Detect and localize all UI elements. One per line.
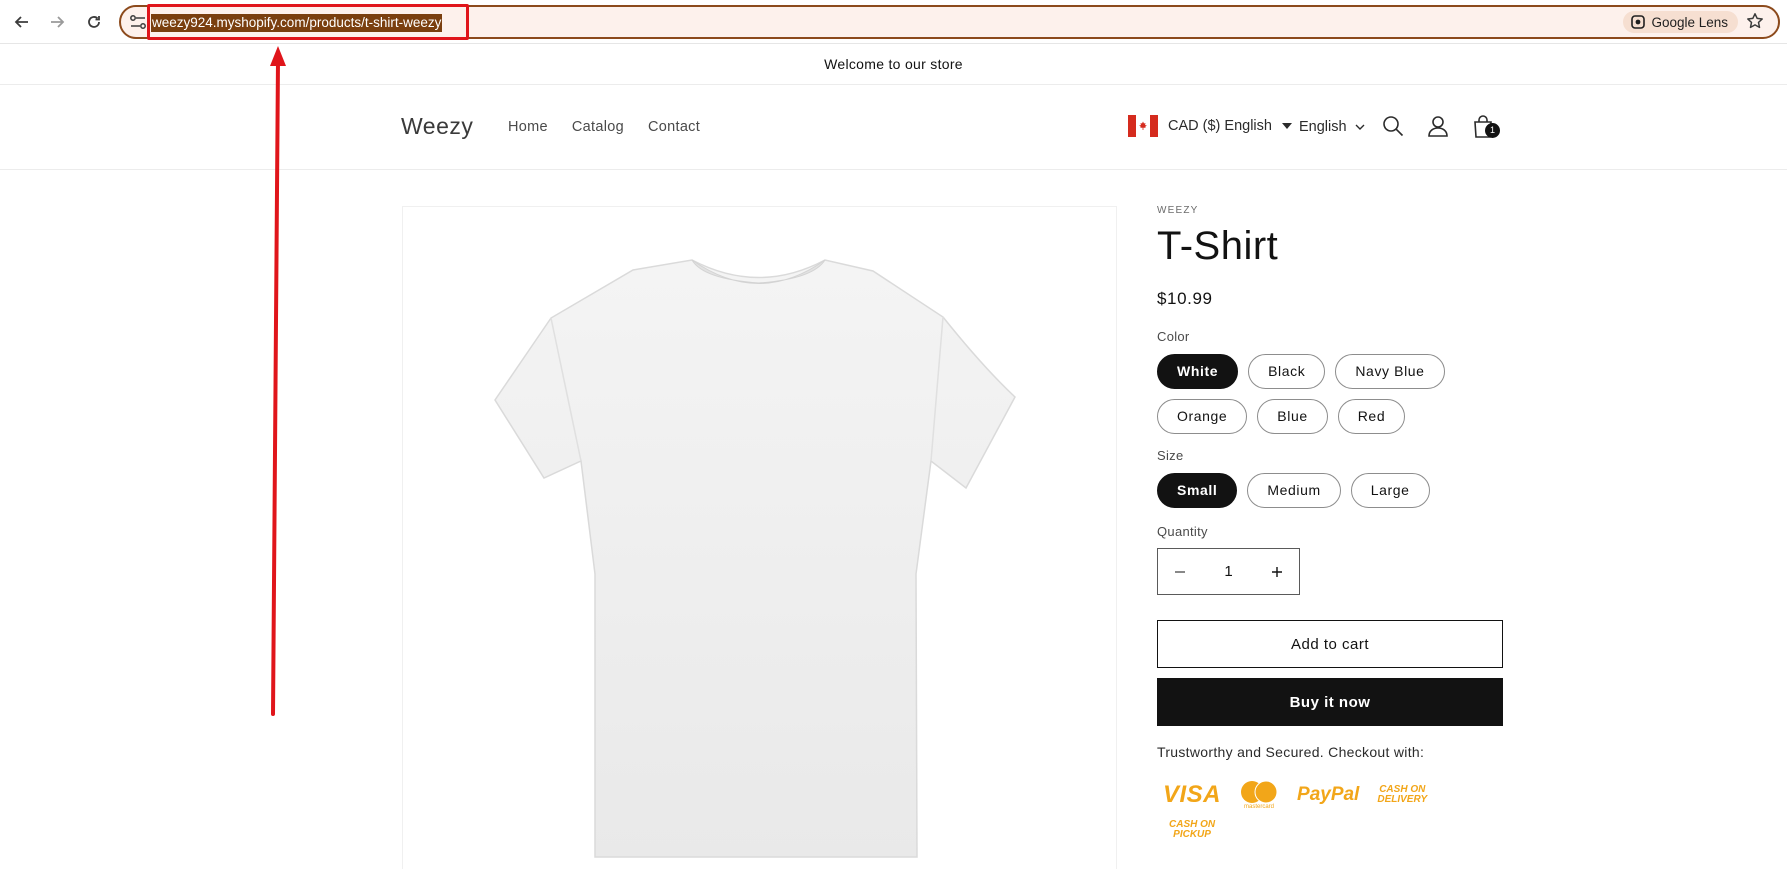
menu-item-contact[interactable]: Contact (648, 119, 700, 135)
color-option-black[interactable]: Black (1248, 354, 1326, 389)
add-to-cart-button[interactable]: Add to cart (1157, 620, 1503, 668)
color-option-navy-blue[interactable]: Navy Blue (1335, 354, 1445, 389)
address-bar[interactable]: weezy924.myshopify.com/products/t-shirt-… (119, 4, 1780, 40)
cash-on-delivery-icon: CASH ON DELIVERY (1377, 785, 1427, 805)
t-shirt-image (494, 259, 1016, 858)
size-options: Small Medium Large (1157, 473, 1502, 508)
reload-icon[interactable] (82, 10, 106, 34)
plus-icon[interactable] (1271, 566, 1283, 578)
minus-icon[interactable] (1174, 566, 1186, 578)
chevron-down-icon (1355, 124, 1365, 130)
country-selector[interactable]: CAD ($) English (1128, 115, 1292, 137)
payment-icons: VISA mastercard PayPal CASH ON DELIVERY (1163, 780, 1502, 810)
main-menu: Home Catalog Contact (508, 119, 700, 135)
menu-item-catalog[interactable]: Catalog (572, 119, 624, 135)
size-label: Size (1157, 448, 1184, 463)
caret-down-icon (1281, 123, 1292, 129)
currency-label: CAD ($) English (1168, 118, 1272, 134)
product-title: T-Shirt (1157, 224, 1279, 268)
announcement-bar: Welcome to our store (0, 44, 1787, 85)
language-label: English (1299, 119, 1347, 135)
cart-count-badge: 1 (1485, 123, 1500, 138)
google-lens-button[interactable]: Google Lens (1623, 11, 1738, 33)
color-option-red[interactable]: Red (1337, 399, 1406, 434)
search-icon[interactable] (1382, 115, 1408, 141)
mastercard-label: mastercard (1244, 804, 1275, 810)
color-options: White Black Navy Blue Orange Blue Red (1157, 354, 1502, 434)
quantity-label: Quantity (1157, 524, 1208, 539)
visa-icon: VISA (1163, 781, 1222, 808)
language-selector[interactable]: English (1299, 119, 1365, 135)
store-logo[interactable]: Weezy (401, 113, 473, 140)
quantity-input[interactable]: 1 (1224, 563, 1232, 580)
buy-now-button[interactable]: Buy it now (1157, 678, 1503, 726)
back-icon[interactable] (10, 10, 34, 34)
mastercard-icon: mastercard (1239, 780, 1279, 810)
google-lens-icon (1631, 15, 1646, 29)
trust-text: Trustworthy and Secured. Checkout with: (1157, 744, 1425, 760)
color-option-orange[interactable]: Orange (1157, 399, 1248, 434)
menu-item-home[interactable]: Home (508, 119, 548, 135)
cash-on-pickup-icon: CASH ON PICKUP (1169, 820, 1215, 840)
quantity-stepper: 1 (1157, 548, 1300, 595)
product-price: $10.99 (1157, 289, 1213, 308)
product-vendor: WEEZY (1157, 205, 1199, 216)
color-option-blue[interactable]: Blue (1257, 399, 1328, 434)
color-label: Color (1157, 329, 1190, 344)
size-option-small[interactable]: Small (1157, 473, 1238, 508)
cop-line2: PICKUP (1173, 829, 1211, 840)
google-lens-label: Google Lens (1651, 14, 1728, 30)
product-info: WEEZY T-Shirt $10.99 Color White Black N… (1157, 205, 1503, 841)
size-option-medium[interactable]: Medium (1247, 473, 1341, 508)
url-highlight-box (147, 4, 469, 40)
paypal-icon: PayPal (1297, 784, 1360, 805)
account-icon[interactable] (1427, 115, 1453, 141)
site-settings-icon[interactable] (129, 14, 147, 30)
browser-toolbar: weezy924.myshopify.com/products/t-shirt-… (0, 0, 1787, 44)
cod-line2: DELIVERY (1377, 794, 1428, 805)
size-option-large[interactable]: Large (1350, 473, 1430, 508)
bookmark-star-icon[interactable] (1746, 12, 1766, 32)
product-image[interactable] (402, 206, 1117, 869)
store-header: Weezy Home Catalog Contact CAD ($) Engli… (0, 85, 1787, 170)
forward-icon[interactable] (45, 10, 69, 34)
color-option-white[interactable]: White (1157, 354, 1239, 389)
canada-flag-icon (1128, 115, 1158, 137)
